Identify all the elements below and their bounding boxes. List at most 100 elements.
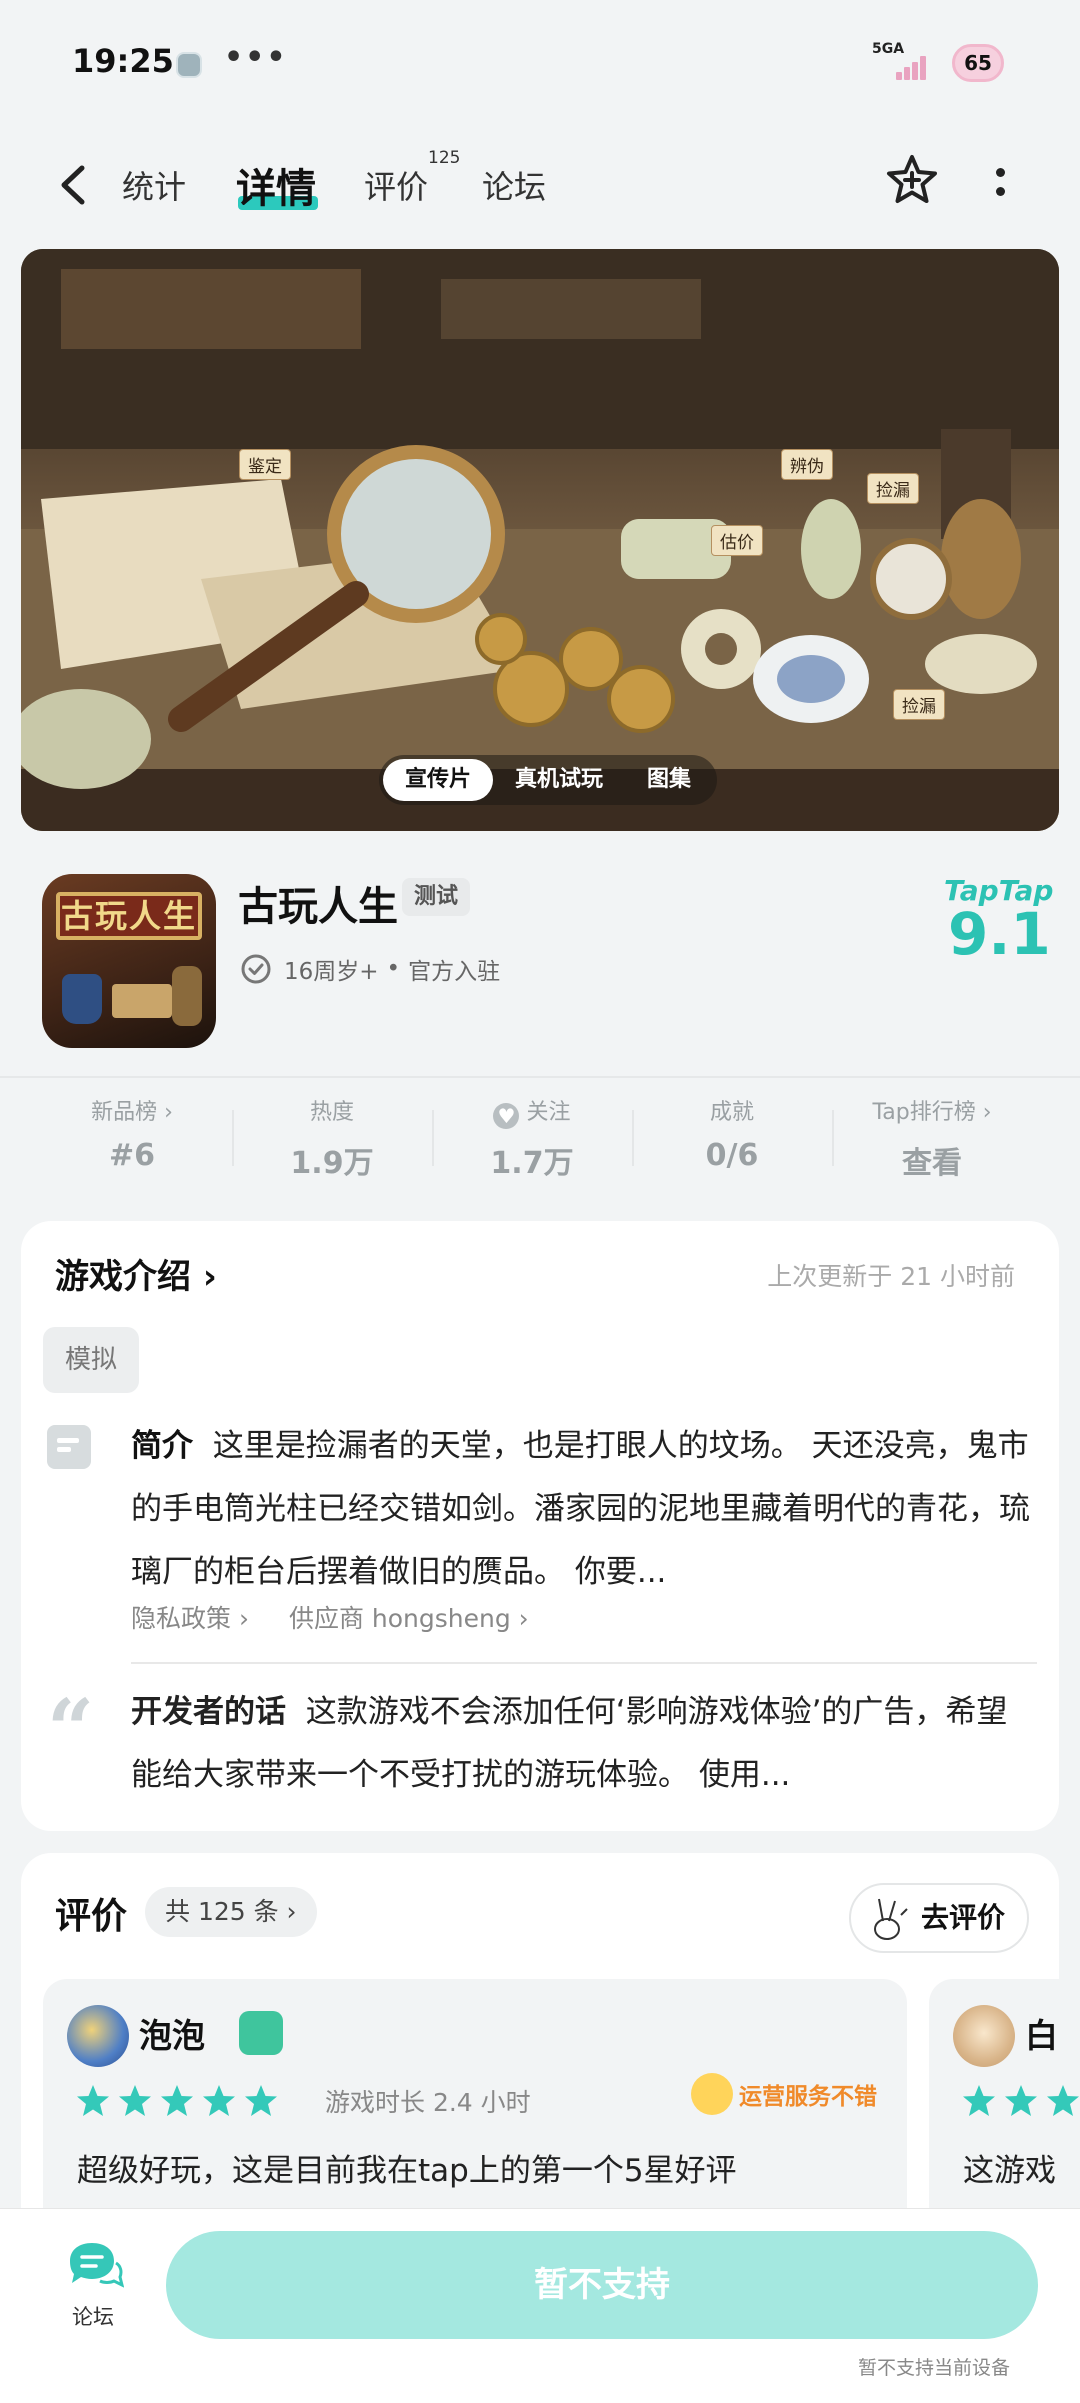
last-updated: 上次更新于 21 小时前	[767, 1262, 1015, 1291]
stat-achievements[interactable]: 成就 0/6	[632, 1096, 832, 1173]
media-tab-gallery[interactable]: 图集	[625, 759, 713, 801]
rabbit-icon	[873, 1898, 908, 1940]
gamepad-badge-icon	[239, 2011, 283, 2055]
privacy-policy-link[interactable]: 隐私政策 ›	[131, 1599, 249, 1635]
write-review-button[interactable]: 去评价	[848, 1883, 1029, 1953]
summary-label: 简介	[131, 1428, 193, 1464]
reviews-title: 评价	[55, 1896, 128, 1937]
game-icon-title: 古玩人生	[56, 892, 202, 940]
star-icon	[203, 2085, 235, 2116]
tab-details[interactable]: 详情	[236, 156, 316, 214]
star-icon	[1005, 2085, 1037, 2116]
stat-new-rank[interactable]: 新品榜 › #6	[32, 1096, 232, 1173]
playtime: 游戏时长 2.4 小时	[325, 2088, 531, 2117]
stat-follow[interactable]: ♥ 关注 1.7万	[432, 1096, 632, 1182]
star-icon	[77, 2085, 109, 2116]
developer-note-label: 开发者的话	[131, 1694, 286, 1730]
banner-label-appraise: 估价	[711, 525, 763, 556]
genre-chip[interactable]: 模拟	[43, 1327, 140, 1393]
more-notifications-icon: •••	[224, 40, 288, 75]
reviews-count[interactable]: 共 125 条 ›	[145, 1887, 317, 1937]
stat-label: 热度	[309, 1100, 354, 1125]
stat-tap-ranking[interactable]: Tap排行榜 › 查看	[832, 1096, 1032, 1182]
banner-illustration	[21, 249, 1059, 831]
avatar[interactable]	[67, 2005, 129, 2067]
star-icon	[161, 2085, 193, 2116]
star-icon	[119, 2085, 151, 2116]
summary-body: 这里是捡漏者的天堂，也是打眼人的坟场。 天还没亮，鬼市的手电筒光柱已经交错如剑。…	[131, 1428, 1030, 1590]
game-meta: 16周岁+ • 官方入驻	[240, 952, 500, 986]
star-icon	[245, 2085, 277, 2116]
smile-icon	[691, 2073, 733, 2115]
rating-stars	[961, 2083, 1080, 2119]
quote-icon: “	[47, 1682, 95, 1778]
stat-label: 成就	[709, 1100, 754, 1125]
heart-plus-icon: ♥	[493, 1103, 520, 1129]
review-text[interactable]: 这游戏	[963, 2145, 1056, 2190]
game-title: 古玩人生	[238, 884, 398, 930]
intro-title[interactable]: 游戏介绍 ›	[55, 1249, 217, 1298]
forum-label[interactable]: 论坛	[72, 2301, 114, 2331]
stat-label: ♥ 关注	[432, 1096, 632, 1130]
forum-chat-icon[interactable]	[64, 2239, 124, 2291]
banner-label-distinguish: 辨伪	[781, 449, 833, 480]
banner-label-bargain-2: 捡漏	[893, 689, 945, 720]
intro-divider	[131, 1662, 1037, 1664]
battery-icon: 65	[952, 44, 1004, 82]
media-banner[interactable]: 鉴定 辨伪 捡漏 估价 捡漏 宣传片 真机试玩 图集	[21, 249, 1059, 831]
official-label: 官方入驻	[408, 959, 501, 985]
stat-value: 0/6	[705, 1138, 759, 1173]
review-highlight-tag: 运营服务不错	[691, 2073, 877, 2115]
stat-label: 新品榜 ›	[91, 1100, 173, 1125]
banner-label-bargain: 捡漏	[867, 473, 919, 504]
reviewer-name[interactable]: 白	[1025, 2009, 1058, 2057]
media-tab-gameplay[interactable]: 真机试玩	[493, 759, 625, 801]
stat-value: 1.9万	[290, 1146, 374, 1181]
reviews-count-badge: 125	[428, 148, 461, 168]
vendor-link[interactable]: 供应商 hongsheng ›	[289, 1599, 529, 1635]
meta-separator: •	[386, 956, 401, 982]
taptap-score: 9.1	[948, 900, 1051, 968]
stats-row: 新品榜 › #6 热度 1.9万 ♥ 关注 1.7万 成就 0/6 Tap排行榜…	[0, 1090, 1080, 1200]
review-item[interactable]: 白 这游戏	[929, 1979, 1080, 2239]
tab-stats[interactable]: 统计	[122, 162, 186, 208]
summary-doc-icon	[47, 1425, 91, 1469]
more-menu-icon[interactable]	[990, 162, 1010, 208]
tab-forum[interactable]: 论坛	[482, 162, 546, 208]
back-icon[interactable]	[52, 160, 96, 210]
status-bar: 19:25 ••• 5GA 65	[0, 0, 1080, 120]
section-divider	[0, 1076, 1080, 1078]
stat-value: #6	[108, 1138, 155, 1173]
stat-value: 查看	[902, 1146, 962, 1181]
intro-links: 隐私政策 › 供应商 hongsheng ›	[131, 1599, 529, 1635]
follow-star-icon[interactable]	[884, 152, 940, 208]
stat-heat: 热度 1.9万	[232, 1096, 432, 1182]
top-nav: 统计 详情 评价 125 论坛	[0, 140, 1080, 230]
review-text[interactable]: 超级好玩，这是目前我在tap上的第一个5星好评	[77, 2145, 737, 2190]
stat-label: Tap排行榜 ›	[872, 1100, 992, 1125]
device-unsupported-note: 暂不支持当前设备	[857, 2357, 1010, 2379]
developer-note[interactable]: 开发者的话 这款游戏不会添加任何‘影响游戏体验’的广告，希望能给大家带来一个不受…	[131, 1681, 1031, 1807]
status-time: 19:25	[72, 42, 174, 80]
signal-icon	[896, 54, 932, 80]
bottom-action-bar: 论坛 暂不支持 暂不支持当前设备	[0, 2208, 1080, 2403]
notification-app-icon	[176, 52, 202, 78]
star-icon	[963, 2085, 995, 2116]
review-item[interactable]: 泡泡 游戏时长 2.4 小时 运营服务不错 超级好玩，这是目前我在tap上的第一…	[43, 1979, 907, 2239]
verified-check-icon	[241, 954, 271, 984]
rating-stars	[75, 2083, 279, 2119]
game-intro-card: 游戏介绍 › 上次更新于 21 小时前 模拟 简介 这里是捡漏者的天堂，也是打眼…	[21, 1221, 1059, 1831]
avatar[interactable]	[953, 2005, 1015, 2067]
game-icon: 古玩人生	[42, 874, 216, 1048]
game-status-tag: 测试	[402, 878, 471, 916]
tab-reviews[interactable]: 评价	[364, 162, 428, 208]
media-tab-trailer[interactable]: 宣传片	[383, 759, 494, 801]
summary-text[interactable]: 简介 这里是捡漏者的天堂，也是打眼人的坟场。 天还没亮，鬼市的手电筒光柱已经交错…	[131, 1415, 1031, 1604]
star-icon	[1047, 2085, 1079, 2116]
age-rating: 16周岁+	[284, 959, 379, 985]
stat-value: 1.7万	[490, 1146, 574, 1181]
reviewer-name[interactable]: 泡泡	[139, 2009, 205, 2057]
unsupported-button[interactable]: 暂不支持	[166, 2231, 1038, 2339]
banner-label-identify: 鉴定	[239, 449, 291, 480]
media-type-switch: 宣传片 真机试玩 图集	[379, 755, 718, 805]
